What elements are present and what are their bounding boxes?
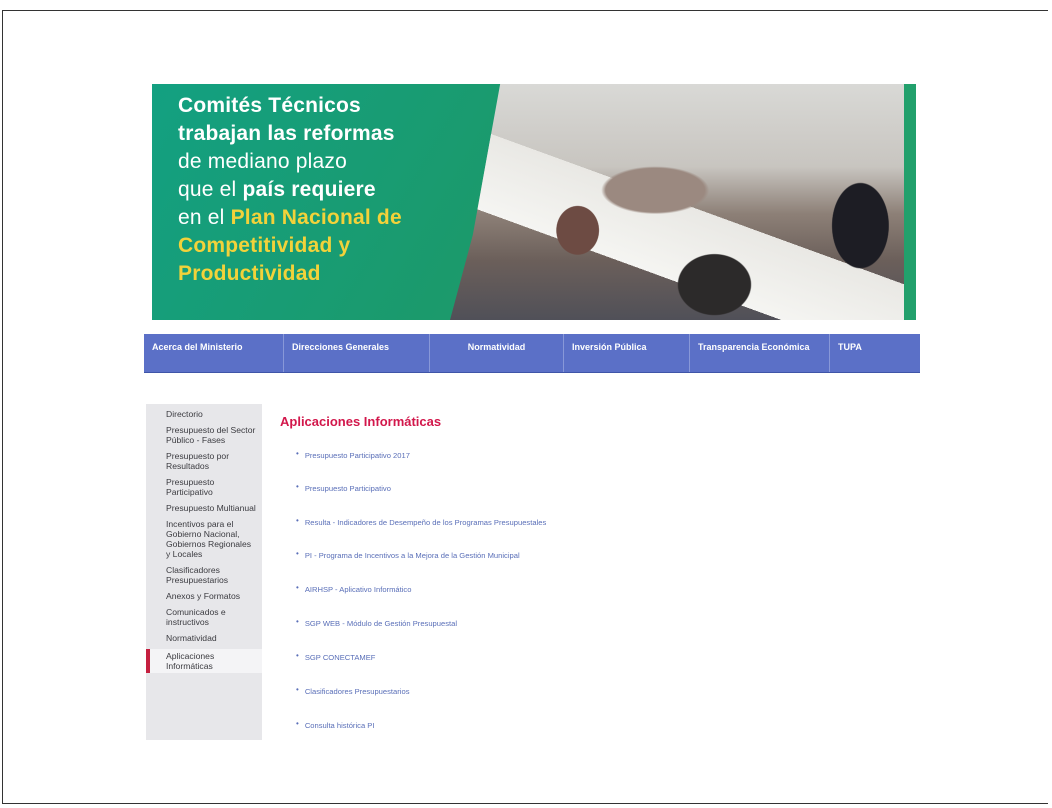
sidebar-item-anexos[interactable]: Anexos y Formatos xyxy=(146,591,262,601)
banner-line-5: en el Plan Nacional de xyxy=(178,204,478,232)
banner-line-3: de mediano plazo xyxy=(178,150,347,173)
main-nav: Acerca del Ministerio Direcciones Genera… xyxy=(144,334,920,373)
list-item[interactable]: • PI - Programa de Incentivos a la Mejora… xyxy=(296,549,520,560)
banner-line-7: Productividad xyxy=(178,262,321,285)
nav-item-normatividad[interactable]: Normatividad xyxy=(430,334,564,372)
bullet-icon: • xyxy=(296,617,299,626)
nav-item-tupa[interactable]: TUPA xyxy=(830,334,920,372)
app-link[interactable]: Presupuesto Participativo xyxy=(305,484,391,493)
page-title: Aplicaciones Informáticas xyxy=(280,414,442,429)
bullet-icon: • xyxy=(296,583,299,592)
hero-banner: Comités Técnicos trabajan las reformas d… xyxy=(152,84,916,320)
sidebar-item-normatividad[interactable]: Normatividad xyxy=(146,633,262,643)
sidebar-item-clasificadores[interactable]: Clasificadores Presupuestarios xyxy=(146,565,262,585)
app-link[interactable]: AIRHSP - Aplicativo Informático xyxy=(305,585,412,594)
bullet-icon: • xyxy=(296,685,299,694)
banner-line-4-a: que el xyxy=(178,178,243,201)
sidebar-item-presupuesto-participativo[interactable]: Presupuesto Participativo xyxy=(146,477,262,497)
banner-line-5-b: Plan Nacional de xyxy=(230,206,402,229)
sidebar: Directorio Presupuesto del Sector Públic… xyxy=(146,404,262,740)
nav-item-acerca[interactable]: Acerca del Ministerio xyxy=(144,334,284,372)
app-link[interactable]: Presupuesto Participativo 2017 xyxy=(305,451,410,460)
bullet-icon: • xyxy=(296,549,299,558)
bullet-icon: • xyxy=(296,719,299,728)
bullet-icon: • xyxy=(296,651,299,660)
app-link[interactable]: Consulta histórica PI xyxy=(305,721,375,730)
app-link[interactable]: Resulta - Indicadores de Desempeño de lo… xyxy=(305,518,546,527)
sidebar-item-presupuesto-sector-publico[interactable]: Presupuesto del Sector Público - Fases xyxy=(146,425,262,445)
banner-edge xyxy=(904,84,916,320)
bullet-icon: • xyxy=(296,449,299,458)
sidebar-item-directorio[interactable]: Directorio xyxy=(146,409,262,419)
list-item[interactable]: • AIRHSP - Aplicativo Informático xyxy=(296,583,411,594)
list-item[interactable]: • SGP WEB - Módulo de Gestión Presupuesta… xyxy=(296,617,457,628)
list-item[interactable]: • Clasificadores Presupuestarios xyxy=(296,685,410,696)
list-item[interactable]: • Presupuesto Participativo xyxy=(296,482,391,493)
sidebar-item-presupuesto-multianual[interactable]: Presupuesto Multianual xyxy=(146,503,262,513)
banner-line-2: trabajan las reformas xyxy=(178,122,395,145)
app-link[interactable]: Clasificadores Presupuestarios xyxy=(305,687,410,696)
banner-line-4-b: país requiere xyxy=(242,178,376,201)
app-link[interactable]: SGP WEB - Módulo de Gestión Presupuestal xyxy=(305,619,457,628)
bullet-icon: • xyxy=(296,482,299,491)
sidebar-item-incentivos[interactable]: Incentivos para el Gobierno Nacional, Go… xyxy=(146,519,262,559)
banner-headline: Comités Técnicos trabajan las reformas d… xyxy=(178,92,478,288)
nav-item-direcciones[interactable]: Direcciones Generales xyxy=(284,334,430,372)
list-item[interactable]: • Consulta histórica PI xyxy=(296,719,374,730)
bullet-icon: • xyxy=(296,516,299,525)
sidebar-item-comunicados[interactable]: Comunicados e instructivos xyxy=(146,607,262,627)
banner-line-4: que el país requiere xyxy=(178,176,478,204)
app-link[interactable]: PI - Programa de Incentivos a la Mejora … xyxy=(305,551,520,560)
banner-line-6: Competitividad y xyxy=(178,234,351,257)
sidebar-item-presupuesto-resultados[interactable]: Presupuesto por Resultados xyxy=(146,451,262,471)
banner-line-1: Comités Técnicos xyxy=(178,94,361,117)
sidebar-item-aplicaciones[interactable]: Aplicaciones Informáticas xyxy=(146,649,262,673)
list-item[interactable]: • Presupuesto Participativo 2017 xyxy=(296,449,410,460)
list-item[interactable]: • Resulta - Indicadores de Desempeño de l… xyxy=(296,516,546,527)
nav-item-inversion[interactable]: Inversión Pública xyxy=(564,334,690,372)
banner-photo xyxy=(450,84,906,320)
list-item[interactable]: • SGP CONECTAMEF xyxy=(296,651,375,662)
banner-line-5-a: en el xyxy=(178,206,231,229)
app-link[interactable]: SGP CONECTAMEF xyxy=(305,653,376,662)
nav-item-transparencia[interactable]: Transparencia Económica xyxy=(690,334,830,372)
